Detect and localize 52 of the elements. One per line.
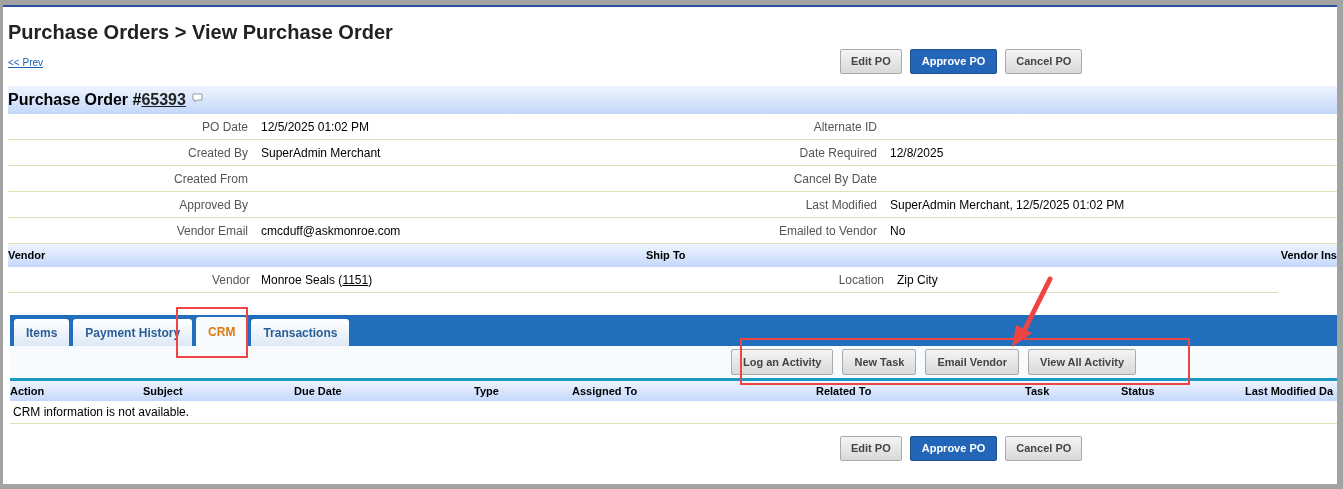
approve-button[interactable]: Approve PO	[909, 49, 998, 74]
field-label: Created From	[172, 170, 248, 188]
crm-action-button[interactable]: New Task	[842, 349, 917, 375]
column-header: Subject	[143, 383, 184, 399]
field-value: 12/5/2025 01:02 PM	[260, 118, 370, 136]
field-value: No	[889, 222, 906, 240]
field-value: Zip City	[896, 271, 938, 289]
field-label: Created By	[186, 144, 248, 162]
column-header: Vendor	[8, 248, 47, 264]
tab[interactable]: Items	[14, 319, 70, 346]
column-header: Action	[10, 383, 46, 399]
field-label: Location	[837, 271, 884, 289]
field-label: Cancel By Date	[792, 170, 877, 188]
tab[interactable]: Transactions	[251, 319, 350, 346]
field-label: Vendor Email	[175, 222, 248, 240]
column-header: Vendor Ins	[1279, 248, 1337, 264]
crm-action-button[interactable]: View All Activity	[1028, 349, 1137, 375]
arrow	[1012, 276, 1053, 347]
comment-icon[interactable]	[191, 93, 203, 103]
field-label: PO Date	[200, 118, 248, 136]
po-title: Purchase Order #	[8, 90, 142, 110]
column-header: Status	[1121, 383, 1156, 399]
field-label: Last Modified	[804, 196, 877, 214]
action-button[interactable]: Edit PO	[840, 436, 902, 461]
page-title: Purchase Orders > View Purchase Order	[8, 20, 394, 44]
column-header: Assigned To	[572, 383, 639, 399]
field-label: Alternate ID	[812, 118, 877, 136]
column-header: Ship To	[645, 248, 687, 264]
crm-action-button[interactable]: Log an Activity	[731, 349, 834, 375]
field-label: Approved By	[178, 196, 248, 214]
action-button[interactable]: Cancel PO	[1005, 49, 1083, 74]
vendor-id-link[interactable]: 1151	[342, 272, 369, 287]
field-value: SuperAdmin Merchant	[260, 144, 381, 162]
prev-link[interactable]: << Prev	[8, 55, 44, 70]
field-label: Emailed to Vendor	[777, 222, 877, 240]
column-header: Related To	[816, 383, 873, 399]
empty-message: CRM information is not available.	[12, 404, 190, 421]
column-header: Type	[474, 383, 500, 399]
po-number-link[interactable]: 65393	[141, 88, 186, 112]
field-label: Vendor	[210, 271, 250, 289]
action-button[interactable]: Edit PO	[840, 49, 902, 74]
column-header: Due Date	[294, 383, 343, 399]
field-value: Monroe Seals (1151)	[260, 271, 373, 289]
crm-action-button[interactable]: Email Vendor	[925, 349, 1020, 375]
action-button[interactable]: Cancel PO	[1005, 436, 1083, 461]
field-label: Date Required	[798, 144, 877, 162]
field-value: 12/8/2025	[889, 144, 944, 162]
field-value: SuperAdmin Merchant, 12/5/2025 01:02 PM	[889, 196, 1125, 214]
column-header: Task	[1025, 383, 1051, 399]
approve-button[interactable]: Approve PO	[909, 436, 998, 461]
column-header: Last Modified Da	[1245, 383, 1335, 399]
field-value: cmcduff@askmonroe.com	[260, 222, 401, 240]
